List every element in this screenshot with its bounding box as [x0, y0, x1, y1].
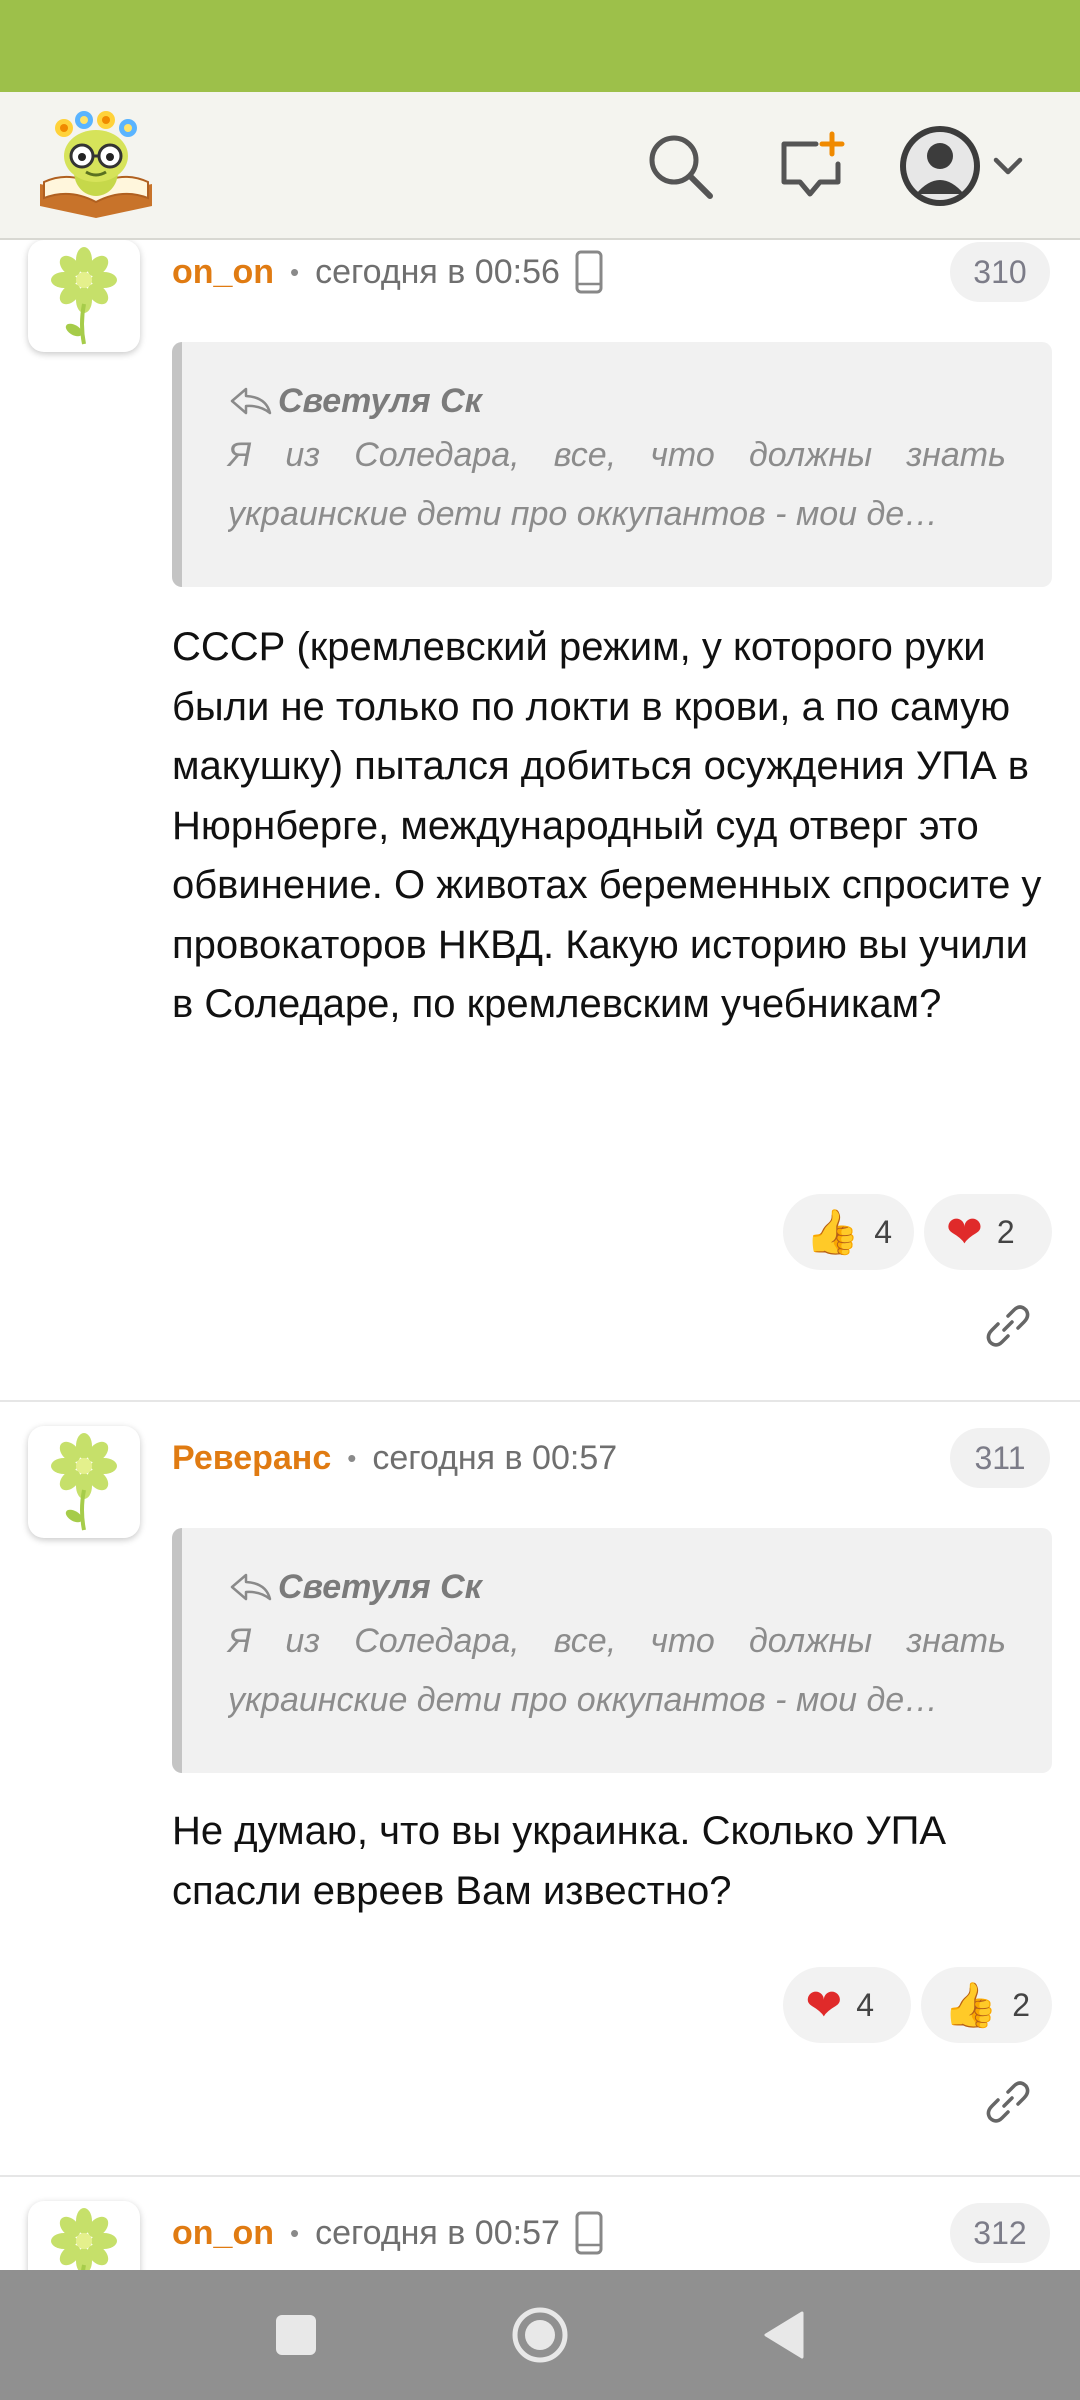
app-header	[0, 92, 1080, 240]
comment-number[interactable]: 311	[950, 1428, 1050, 1488]
reaction-count: 2	[1012, 1986, 1030, 2023]
avatar[interactable]	[28, 2201, 140, 2270]
comment-item: on_on • сегодня в 00:56 310 Светуля Ск Я…	[0, 240, 1080, 1402]
comment-number[interactable]: 312	[950, 2203, 1050, 2263]
triangle-back-icon[interactable]	[746, 2300, 822, 2370]
comments-list: on_on • сегодня в 00:56 310 Светуля Ск Я…	[0, 240, 1080, 2270]
timestamp: сегодня в 00:56	[315, 252, 560, 291]
author-name[interactable]: Реверанс	[172, 1439, 331, 1478]
bookworm-logo-icon[interactable]	[34, 106, 158, 222]
reply-arrow-icon	[228, 385, 272, 417]
comment-item: Реверанс • сегодня в 00:57 311 Светуля С…	[0, 1402, 1080, 2177]
separator-dot: •	[347, 1442, 357, 1473]
profile-menu-button[interactable]	[896, 120, 1036, 212]
heart-icon: ❤	[805, 1979, 843, 2031]
search-icon[interactable]	[640, 126, 720, 206]
reaction-heart[interactable]: ❤ 2	[924, 1194, 1052, 1270]
author-name[interactable]: on_on	[172, 2214, 274, 2253]
quote-text-line: украинские дети про оккупантов - мои де…	[228, 495, 939, 533]
author-name[interactable]: on_on	[172, 253, 274, 292]
link-icon[interactable]	[980, 1298, 1036, 1354]
reply-arrow-icon	[228, 1571, 272, 1603]
avatar[interactable]	[28, 240, 140, 352]
quote-text-line: Я из Соледара, все, что должны знать	[228, 436, 1006, 474]
mobile-phone-icon	[574, 250, 604, 294]
thumbs-up-icon: 👍	[805, 1207, 861, 1258]
comment-text: Не думаю, что вы украинка. Сколько УПА с…	[172, 1809, 947, 1913]
reaction-count: 2	[996, 1213, 1015, 1250]
comment-number[interactable]: 310	[950, 242, 1050, 302]
comment-meta: on_on • сегодня в 00:56	[172, 244, 604, 300]
comment-meta: Реверанс • сегодня в 00:57	[172, 1430, 617, 1486]
quote-header: Светуля Ск	[228, 378, 1006, 424]
system-nav-bar	[0, 2270, 1080, 2400]
reactions: ❤ 4 👍 2	[783, 1967, 1052, 2043]
avatar[interactable]	[28, 1426, 140, 1538]
comment-meta: on_on • сегодня в 00:57	[172, 2205, 604, 2261]
reaction-thumbs-up[interactable]: 👍 2	[921, 1967, 1052, 2043]
mobile-phone-icon	[574, 2211, 604, 2255]
timestamp: сегодня в 00:57	[372, 1438, 618, 1477]
quote-author: Светуля Ск	[278, 381, 482, 420]
link-icon[interactable]	[980, 2074, 1036, 2130]
comment-text: СССР (кремлевский режим, у которого руки…	[172, 625, 1042, 1026]
heart-icon: ❤	[946, 1206, 983, 1258]
comment-item: on_on • сегодня в 00:57 312	[0, 2177, 1080, 2270]
reactions: 👍 4 ❤ 2	[783, 1194, 1052, 1270]
thumbs-up-icon: 👍	[943, 1980, 999, 2031]
quote-text-line: украинские дети про оккупантов - мои де…	[228, 1681, 939, 1719]
status-bar	[0, 0, 1080, 92]
separator-dot: •	[289, 256, 300, 287]
quote-author: Светуля Ск	[278, 1567, 482, 1606]
reaction-count: 4	[856, 1986, 875, 2023]
quote-header: Светуля Ск	[228, 1564, 1006, 1610]
timestamp: сегодня в 00:57	[315, 2213, 560, 2252]
square-recents-icon[interactable]	[258, 2300, 334, 2370]
quote-text-line: Я из Соледара, все, что должны знать	[228, 1622, 1006, 1660]
quoted-comment[interactable]: Светуля Ск Я из Соледара, все, что должн…	[172, 1528, 1052, 1773]
circle-home-icon[interactable]	[502, 2300, 578, 2370]
reaction-heart[interactable]: ❤ 4	[783, 1967, 912, 2043]
reaction-count: 4	[874, 1213, 892, 1250]
new-message-icon[interactable]	[772, 126, 852, 206]
separator-dot: •	[289, 2217, 300, 2248]
quoted-comment[interactable]: Светуля Ск Я из Соледара, все, что должн…	[172, 342, 1052, 587]
reaction-thumbs-up[interactable]: 👍 4	[783, 1194, 914, 1270]
